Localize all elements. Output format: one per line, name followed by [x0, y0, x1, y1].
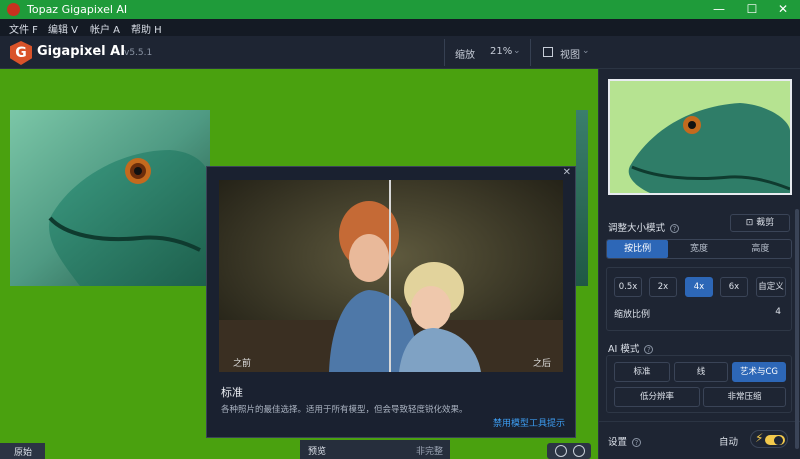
chevron-down-icon[interactable]: ⌄ — [582, 46, 590, 56]
window-title: Topaz Gigapixel AI — [27, 3, 128, 16]
help-icon[interactable]: ? — [670, 224, 680, 233]
scale-2x-button[interactable]: 2x — [649, 277, 677, 297]
ai-mode-label: AI 模式 — [608, 344, 640, 355]
tab-height[interactable]: 高度 — [730, 240, 791, 258]
menu-bar: 文件 F 编辑 V 帐户 A 帮助 H — [0, 19, 800, 36]
tab-width[interactable]: 宽度 — [668, 240, 729, 258]
menu-help[interactable]: 帮助 H — [131, 21, 162, 36]
menu-file[interactable]: 文件 F — [9, 21, 38, 36]
app-logo-icon — [7, 3, 20, 16]
gigapixel-logo-icon: G — [10, 41, 32, 65]
menu-account[interactable]: 帐户 A — [90, 21, 120, 36]
panel-scrollbar[interactable] — [795, 209, 799, 449]
ai-lines-button[interactable]: 线 — [674, 362, 728, 382]
scale-options: 0.5x 2x 4x 6x 自定义 缩放比例 4 — [606, 267, 792, 331]
scale-6x-button[interactable]: 6x — [720, 277, 748, 297]
help-icon[interactable]: ? — [632, 438, 642, 447]
crop-label: 裁剪 — [756, 218, 775, 228]
model-tooltip: ✕ 之前 之后 标准 各种照片的最佳选择。适用于所有模型，但会导致轻度锐化效果。… — [206, 166, 576, 438]
crop-button[interactable]: ⊡ 裁剪 — [730, 214, 790, 232]
scale-custom-button[interactable]: 自定义 — [756, 277, 786, 297]
divider — [530, 39, 531, 66]
settings-title: 设置? — [608, 434, 642, 448]
disable-tooltips-link[interactable]: 禁用模型工具提示 — [493, 416, 565, 429]
close-icon[interactable]: ✕ — [563, 167, 571, 178]
resize-mode-label: 调整大小模式 — [608, 223, 666, 234]
preview-bar[interactable]: 预览 非完整 — [300, 440, 450, 459]
model-description: 各种照片的最佳选择。适用于所有模型，但会导致轻度锐化效果。 — [221, 405, 468, 415]
preview-status: 非完整 — [416, 447, 444, 457]
happy-face-icon[interactable] — [573, 445, 585, 457]
close-button[interactable]: ✕ — [772, 1, 794, 18]
ai-low-res-button[interactable]: 低分辨率 — [614, 387, 700, 407]
settings-row: 设置? 自动 ⚡ — [599, 421, 800, 459]
menu-edit[interactable]: 编辑 V — [48, 21, 78, 36]
auto-label: 自动 — [719, 437, 739, 448]
after-label: 之后 — [532, 359, 551, 369]
maximize-button[interactable]: ☐ — [741, 1, 763, 18]
zoom-select[interactable]: 21% — [490, 46, 512, 57]
view-select[interactable]: 视图 — [560, 46, 580, 61]
chevron-down-icon[interactable]: ⌄ — [513, 46, 521, 56]
feedback-buttons — [547, 443, 591, 459]
scale-0.5x-button[interactable]: 0.5x — [614, 277, 642, 297]
version-label: v5.5.1 — [124, 48, 153, 58]
view-icon[interactable] — [543, 47, 553, 57]
settings-label: 设置 — [608, 437, 628, 448]
tab-scale[interactable]: 按比例 — [607, 240, 669, 258]
auto-toggle[interactable]: ⚡ — [750, 430, 788, 448]
ai-very-compressed-button[interactable]: 非常压缩 — [703, 387, 786, 407]
source-image — [10, 110, 210, 286]
resize-mode-title: 调整大小模式? — [608, 220, 680, 234]
comparison-divider[interactable] — [389, 180, 391, 372]
navigator-thumbnail[interactable] — [608, 79, 792, 195]
scale-value[interactable]: 4 — [775, 307, 781, 317]
lightning-icon: ⚡ — [755, 431, 764, 445]
help-icon[interactable]: ? — [644, 345, 654, 354]
sad-face-icon[interactable] — [555, 445, 567, 457]
ai-standard-button[interactable]: 标准 — [614, 362, 670, 382]
zoom-label: 缩放 — [455, 50, 475, 61]
ai-mode-title: AI 模式? — [608, 341, 654, 355]
before-after-photo: 之前 之后 — [219, 180, 563, 372]
original-label: 原始 — [0, 443, 45, 459]
crop-icon: ⊡ — [745, 218, 757, 228]
preview-label: 预览 — [308, 447, 327, 457]
settings-panel: 调整大小模式? ⊡ 裁剪 按比例 宽度 高度 0.5x 2x 4x 6x 自定义… — [598, 69, 800, 459]
toggle-knob — [774, 436, 783, 445]
resize-tabs: 按比例 宽度 高度 — [606, 239, 792, 259]
title-bar: Topaz Gigapixel AI — ☐ ✕ — [0, 0, 800, 19]
app-header: G Gigapixel AI v5.5.1 缩放 21% ⌄ 视图 ⌄ — [0, 36, 800, 69]
divider — [444, 39, 445, 66]
ai-mode-options: 标准 线 艺术与CG 低分辨率 非常压缩 — [606, 355, 792, 413]
scale-label: 缩放比例 — [614, 310, 651, 320]
ai-art-cg-button[interactable]: 艺术与CG — [732, 362, 786, 382]
scale-4x-button[interactable]: 4x — [685, 277, 713, 297]
minimize-button[interactable]: — — [708, 1, 730, 18]
brand-name: Gigapixel AI — [37, 44, 126, 59]
image-edge — [576, 110, 588, 286]
model-name: 标准 — [221, 386, 243, 399]
before-label: 之前 — [233, 359, 252, 369]
